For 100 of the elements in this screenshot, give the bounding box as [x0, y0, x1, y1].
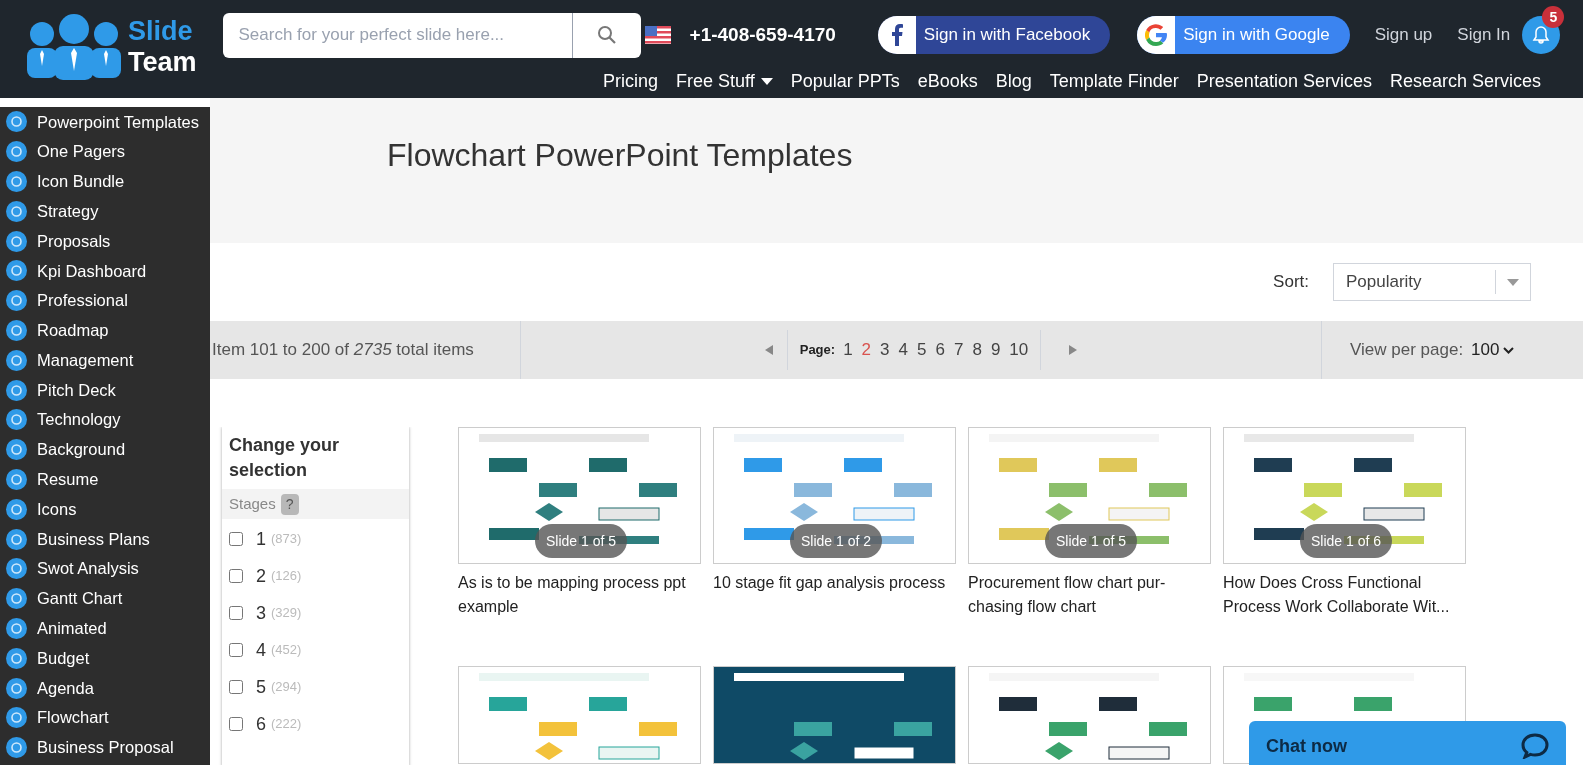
category-icon [6, 528, 27, 550]
per-page-dropdown[interactable]: 100 [1471, 337, 1515, 363]
checkbox[interactable] [229, 643, 243, 657]
nav-link[interactable]: eBooks [917, 68, 978, 95]
sidebar-item[interactable]: Technology [0, 404, 210, 435]
help-badge[interactable]: ? [280, 493, 299, 515]
option-label: 3 [256, 601, 266, 625]
category-icon [6, 409, 27, 431]
sidebar-item[interactable]: Background [0, 434, 210, 465]
checkbox[interactable] [229, 717, 243, 731]
option-label: 4 [256, 638, 266, 662]
page-link[interactable]: 1 [843, 337, 853, 363]
sidebar-item[interactable]: Business Plans [0, 524, 210, 554]
next-page-icon[interactable] [1069, 345, 1078, 355]
nav-link[interactable]: Research Services [1389, 68, 1541, 95]
category-icon [6, 707, 27, 729]
sidebar-item[interactable]: Strategy [0, 196, 210, 227]
product-title-link[interactable]: As is to be mapping process ppt example [458, 571, 701, 619]
checkbox[interactable] [229, 532, 243, 546]
sidebar-item[interactable]: Roadmap [0, 315, 210, 346]
sort-label: Sort: [1273, 271, 1309, 294]
sign-in-link[interactable]: Sign In [1457, 22, 1511, 48]
facebook-signin-button[interactable]: Sign in with Facebook [877, 16, 1111, 54]
previous-page-icon[interactable] [764, 345, 773, 355]
sidebar-item[interactable]: Flowchart [0, 702, 210, 733]
sort-dropdown[interactable]: Popularity [1333, 263, 1531, 301]
search-button[interactable] [571, 12, 641, 58]
category-icon [6, 290, 27, 312]
page-link[interactable]: 3 [880, 337, 890, 363]
sidebar-item[interactable]: Icon Bundle [0, 166, 210, 197]
logo-text: Slide [128, 18, 194, 45]
sidebar-item[interactable]: Business Proposal [0, 732, 210, 763]
sidebar-item[interactable]: Pitch Deck [0, 375, 210, 405]
bell-icon [1532, 26, 1551, 44]
category-icon [6, 141, 27, 163]
sidebar-item[interactable]: Management [0, 345, 210, 376]
sidebar-item[interactable]: Swot Analysis [0, 553, 210, 584]
category-icon [6, 498, 27, 520]
product-title-link[interactable]: Procurement flow chart pur-chasing flow chart [968, 571, 1211, 619]
category-icon [6, 468, 27, 490]
sidebar-item[interactable]: Agenda [0, 673, 210, 703]
category-icon [6, 588, 27, 610]
sidebar-item[interactable]: Professional [0, 285, 210, 316]
option-count: (873) [271, 530, 302, 549]
per-page-label: View per page: [1350, 339, 1464, 362]
sidebar-item[interactable]: Animated [0, 613, 210, 644]
logo-icon [24, 14, 124, 80]
slide-count-badge: Slide 1 of 5 [1045, 524, 1137, 558]
caret-icon [1507, 278, 1519, 286]
page-link[interactable]: 9 [990, 337, 1001, 363]
flag-icon [644, 26, 671, 44]
sign-up-link[interactable]: Sign up [1374, 22, 1433, 48]
nav-link[interactable]: Template Finder [1049, 68, 1179, 95]
phone-number: +1-408-659-4170 [689, 22, 836, 47]
option-count: (126) [271, 567, 302, 586]
google-signin-button[interactable]: Sign in with Google [1137, 16, 1350, 54]
page-link[interactable]: 8 [972, 337, 982, 363]
category-icon [6, 558, 27, 580]
category-icon [6, 111, 27, 133]
sidebar-item[interactable]: Kpi Dashboard [0, 256, 210, 286]
notification-badge: 5 [1542, 6, 1565, 28]
category-icon [6, 379, 27, 401]
product-title-link[interactable]: 10 stage fit gap analysis process [713, 571, 956, 595]
sidebar-item[interactable]: Proposals [0, 226, 210, 256]
sidebar-item[interactable]: Resume [0, 464, 210, 495]
option-label: 2 [256, 564, 266, 588]
page-link[interactable]: 10 [1009, 337, 1029, 363]
chevron-down-icon [1503, 346, 1515, 354]
page-link[interactable]: 5 [917, 337, 927, 363]
option-label: 5 [256, 675, 266, 699]
option-count: (294) [271, 678, 302, 697]
category-icon [6, 319, 27, 341]
sidebar-item[interactable]: Gantt Chart [0, 583, 210, 614]
nav-link[interactable]: Pricing [602, 68, 658, 95]
page-label: Page: [799, 341, 836, 360]
nav-link[interactable]: Blog [995, 68, 1032, 95]
category-icon [6, 260, 27, 282]
page-link[interactable]: 6 [935, 337, 945, 363]
checkbox[interactable] [229, 606, 243, 620]
slide-count-badge: Slide 1 of 2 [790, 524, 882, 558]
page-link[interactable]: 4 [898, 337, 908, 363]
chat-icon [1521, 733, 1549, 759]
nav-link[interactable]: Popular PPTs [790, 68, 900, 95]
sidebar-item[interactable]: One Pagers [0, 136, 210, 167]
option-count: (222) [271, 715, 302, 734]
sidebar-item[interactable]: Powerpoint Templates [0, 107, 210, 137]
checkbox[interactable] [229, 680, 243, 694]
sidebar-item[interactable]: Budget [0, 643, 210, 674]
option-label: 6 [256, 712, 266, 736]
sidebar-item[interactable]: Icons [0, 494, 210, 525]
category-icon [6, 349, 27, 371]
page-link[interactable]: 7 [953, 337, 964, 363]
nav-link[interactable]: Presentation Services [1196, 68, 1372, 95]
filter-group-label: Stages [229, 493, 276, 514]
category-icon [6, 171, 27, 192]
nav-link[interactable]: Free Stuff [675, 68, 773, 95]
search-field[interactable]: Search for your perfect slide here... [222, 12, 572, 58]
chat-now-button[interactable]: Chat now [1249, 721, 1566, 765]
checkbox[interactable] [229, 569, 243, 583]
product-title-link[interactable]: How Does Cross Functional Process Work Collaborate Wit... [1223, 571, 1466, 619]
